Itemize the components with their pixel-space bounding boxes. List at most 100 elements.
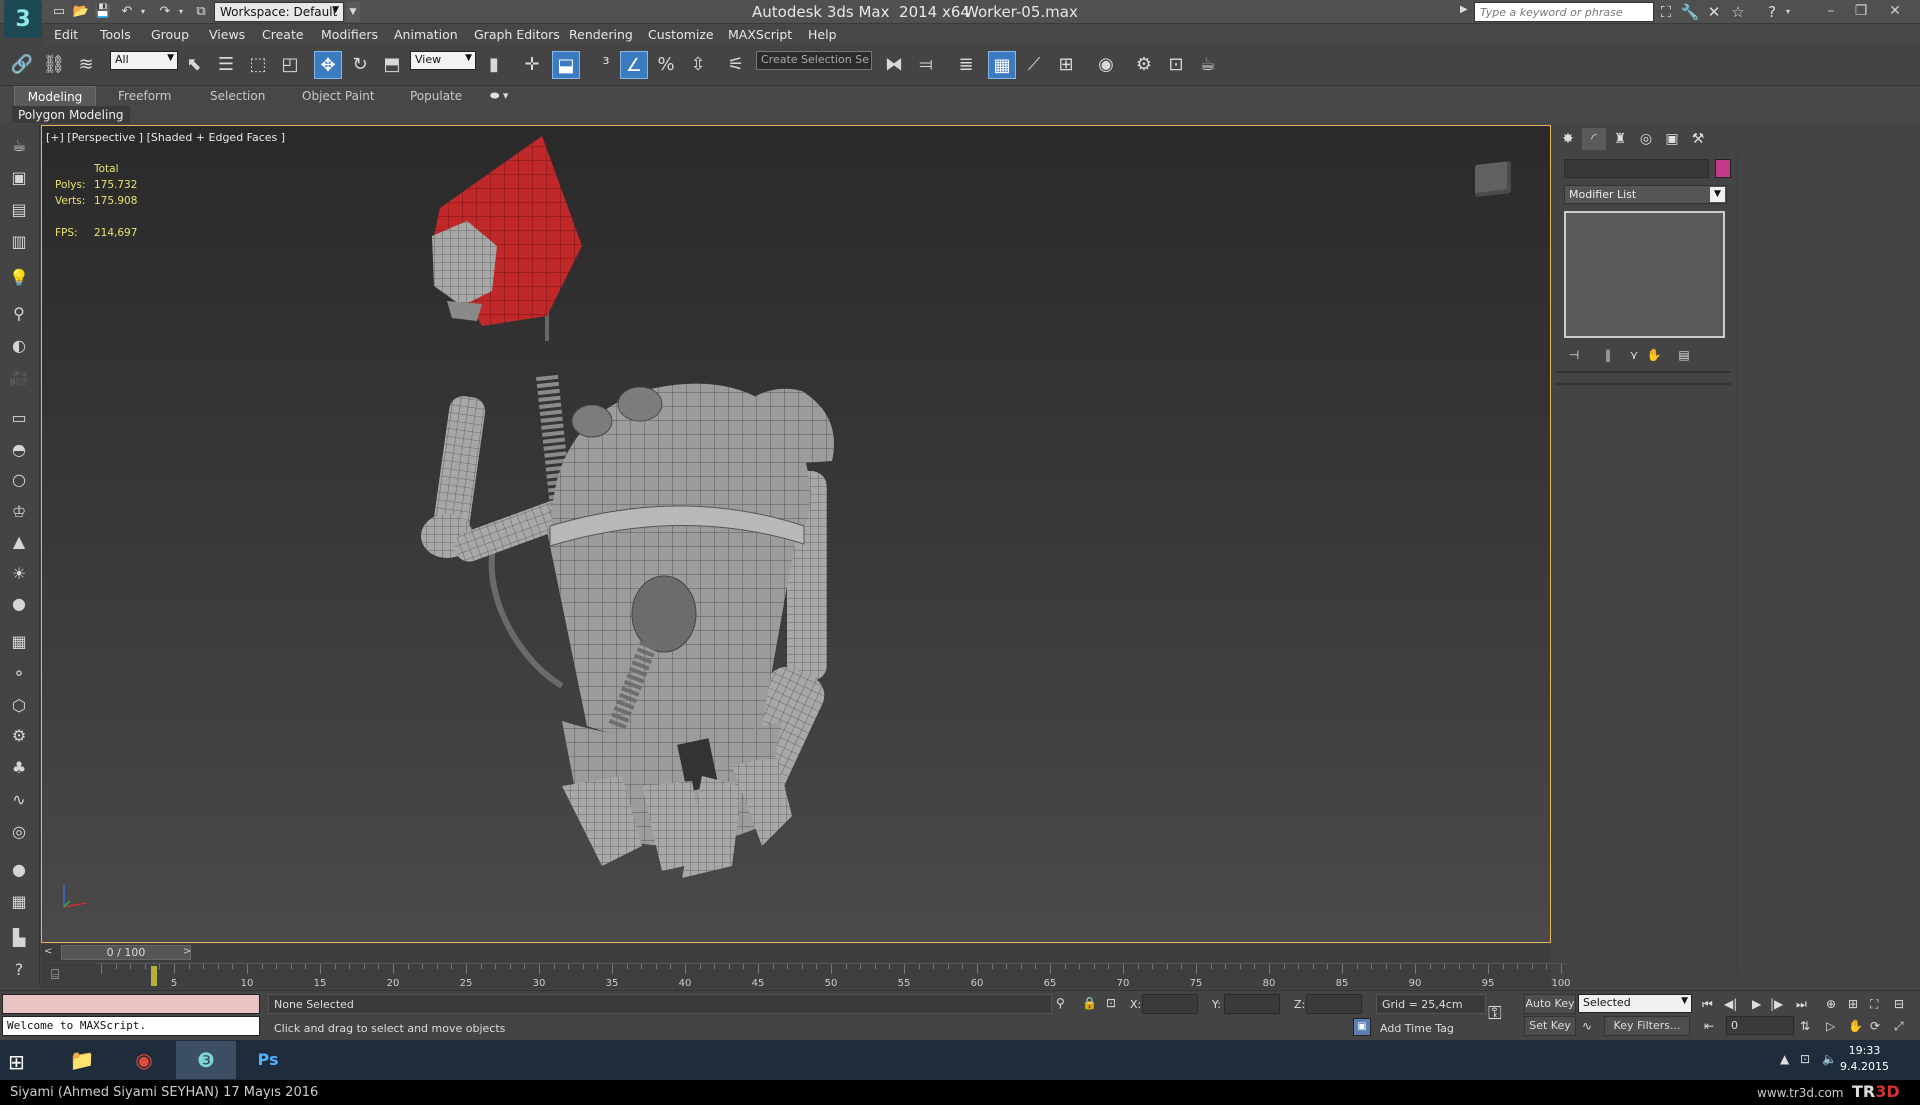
- cone-icon[interactable]: ▲: [6, 529, 32, 555]
- plane-icon[interactable]: ▭: [6, 405, 32, 431]
- tray-expand-icon[interactable]: ▲: [1780, 1052, 1789, 1066]
- particle-icon[interactable]: ⚬: [6, 661, 32, 687]
- dome-icon[interactable]: ◓: [6, 437, 32, 463]
- gear-icon[interactable]: ⚙: [6, 723, 32, 749]
- z-coordinate-field[interactable]: [1306, 994, 1362, 1014]
- camera-track-icon[interactable]: ⚲: [6, 301, 32, 327]
- 3ds-max-taskbar-icon[interactable]: ❸: [176, 1041, 236, 1079]
- menu-graph-editors[interactable]: Graph Editors: [474, 27, 560, 42]
- unlink-selection-icon[interactable]: ⛓: [40, 51, 68, 79]
- key-mode-toggle-icon[interactable]: ⇤: [1704, 1019, 1714, 1033]
- mini-curve-editor-icon[interactable]: ⌸: [51, 967, 59, 983]
- modify-tab-icon[interactable]: ◜: [1582, 128, 1606, 150]
- maximize-viewport-icon[interactable]: ⤢: [1894, 1019, 1904, 1034]
- graphite-ribbon-icon[interactable]: ▦: [988, 51, 1016, 79]
- edit-named-selection-icon[interactable]: ⚟: [722, 51, 750, 79]
- selection-lock-icon[interactable]: 🔒: [1082, 996, 1097, 1010]
- ribbon-minimize-icon[interactable]: ⬬ ▾: [490, 89, 508, 103]
- remove-modifier-icon[interactable]: ✋: [1644, 345, 1664, 365]
- manipulate-icon[interactable]: ✛: [518, 51, 546, 79]
- chrome-icon[interactable]: ◉: [114, 1041, 174, 1079]
- menu-edit[interactable]: Edit: [54, 27, 78, 42]
- previous-frame-icon[interactable]: ◀|: [1724, 997, 1737, 1011]
- utility-icon[interactable]: ▙: [6, 925, 32, 951]
- zoom-extents-icon[interactable]: ⛶: [1870, 997, 1878, 1012]
- search-input[interactable]: Type a keyword or phrase: [1474, 2, 1654, 22]
- next-frame-icon[interactable]: |▶: [1770, 997, 1783, 1011]
- layer-explorer-icon[interactable]: ▥: [6, 229, 32, 255]
- time-cursor[interactable]: [151, 966, 157, 986]
- menu-modifiers[interactable]: Modifiers: [321, 27, 378, 42]
- go-to-end-icon[interactable]: ⏭: [1796, 997, 1807, 1012]
- help-circle-icon[interactable]: ?: [6, 957, 32, 983]
- time-slider-next-icon[interactable]: >: [183, 946, 191, 957]
- object-name-field[interactable]: [1564, 159, 1709, 178]
- select-and-scale-icon[interactable]: ⬒: [378, 51, 406, 79]
- schematic-view-icon[interactable]: ⊞: [1052, 51, 1080, 79]
- network-icon[interactable]: ⊡: [1800, 1052, 1810, 1066]
- open-file-icon[interactable]: 📂: [72, 3, 90, 21]
- application-menu-logo-icon[interactable]: 3: [4, 0, 42, 38]
- photoshop-icon[interactable]: Ps: [238, 1041, 298, 1079]
- key-filters-button[interactable]: Key Filters...: [1604, 1016, 1690, 1036]
- set-keys-key-icon[interactable]: ⚿: [1488, 1003, 1502, 1024]
- object-color-swatch[interactable]: [1715, 159, 1731, 178]
- robot-model[interactable]: [42, 126, 1551, 943]
- project-folder-icon[interactable]: ⧉: [192, 3, 210, 21]
- render-production-icon[interactable]: ☕: [1194, 51, 1222, 79]
- display-tab-icon[interactable]: ▣: [1660, 128, 1684, 150]
- plant-icon[interactable]: ♣: [6, 755, 32, 781]
- percent-snap-icon[interactable]: %: [652, 51, 680, 79]
- orbit-icon[interactable]: ⟳: [1870, 1019, 1880, 1033]
- pivot-center-icon[interactable]: ▮: [480, 51, 508, 79]
- y-coordinate-field[interactable]: [1224, 994, 1280, 1014]
- scene-explorer-icon[interactable]: ▤: [6, 197, 32, 223]
- rectangular-selection-icon[interactable]: ⬚: [244, 51, 272, 79]
- tab-selection[interactable]: Selection: [200, 86, 275, 106]
- layer-manager-icon[interactable]: ≣: [952, 51, 980, 79]
- frame-ruler[interactable]: 5 10 15 20 25 30 35 40 45 50 55 60 65 70 75 80 85 90 95 100: [96, 963, 1571, 989]
- menu-views[interactable]: Views: [209, 27, 245, 42]
- tab-modeling[interactable]: Modeling: [14, 86, 96, 106]
- render-setup-icon[interactable]: ⚙: [1130, 51, 1158, 79]
- quick-access-more-icon[interactable]: ▼: [346, 2, 360, 22]
- modifier-stack[interactable]: [1564, 211, 1725, 338]
- perspective-viewport[interactable]: [+] [Perspective ] [Shaded + Edged Faces…: [41, 125, 1551, 943]
- crown-icon[interactable]: ♔: [6, 499, 32, 525]
- field-of-view-icon[interactable]: ▷: [1826, 1019, 1835, 1033]
- window-crossing-icon[interactable]: ◰: [276, 51, 304, 79]
- hair-fur-icon[interactable]: ∿: [6, 787, 32, 813]
- pin-stack-icon[interactable]: ⊣: [1564, 345, 1584, 365]
- tab-freeform[interactable]: Freeform: [108, 86, 181, 106]
- save-file-icon[interactable]: 💾: [94, 3, 112, 21]
- configure-modifier-sets-icon[interactable]: ▤: [1674, 345, 1694, 365]
- calculator-icon[interactable]: ▦: [6, 889, 32, 915]
- snaps-toggle-icon[interactable]: ³: [592, 51, 620, 79]
- selection-filter-dropdown[interactable]: All ▼: [110, 51, 178, 70]
- x-coordinate-field[interactable]: [1142, 994, 1198, 1014]
- redo-dropdown-icon[interactable]: ▾: [172, 3, 190, 21]
- subscription-center-icon[interactable]: 🔧: [1680, 2, 1700, 22]
- utilities-tab-icon[interactable]: ⚒: [1686, 128, 1710, 150]
- set-key-button[interactable]: Set Key: [1524, 1016, 1576, 1036]
- geometry-icon[interactable]: ⬡: [6, 693, 32, 719]
- current-frame-field[interactable]: 0: [1726, 1016, 1794, 1035]
- volume-icon[interactable]: 🔈: [1822, 1052, 1837, 1066]
- bind-to-space-warp-icon[interactable]: ≋: [72, 51, 100, 79]
- time-slider-prev-icon[interactable]: <: [44, 946, 52, 957]
- auto-key-button[interactable]: Auto Key: [1524, 994, 1576, 1014]
- material-editor-icon[interactable]: ◉: [1092, 51, 1120, 79]
- align-icon[interactable]: ⫤: [912, 51, 940, 79]
- maxscript-listener-input[interactable]: [2, 994, 260, 1014]
- add-time-tag-button[interactable]: Add Time Tag: [1380, 1022, 1454, 1035]
- create-tab-icon[interactable]: ✸: [1556, 128, 1580, 150]
- close-button[interactable]: ✕: [1880, 0, 1910, 22]
- menu-customize[interactable]: Customize: [648, 27, 714, 42]
- shell-icon[interactable]: ◎: [6, 819, 32, 845]
- keyboard-shortcut-override-icon[interactable]: ⬓: [552, 51, 580, 79]
- track-bar[interactable]: ⌸ 5 10 15 20 25 30 35 40 45 50 55 60 65 70 75 80 85 90 95 1…: [41, 963, 1571, 989]
- menu-maxscript[interactable]: MAXScript: [728, 27, 792, 42]
- show-end-result-icon[interactable]: ‖: [1598, 345, 1618, 365]
- system-clock[interactable]: 19:33 9.4.2015: [1840, 1043, 1889, 1075]
- film-reel-icon[interactable]: ◐: [6, 333, 32, 359]
